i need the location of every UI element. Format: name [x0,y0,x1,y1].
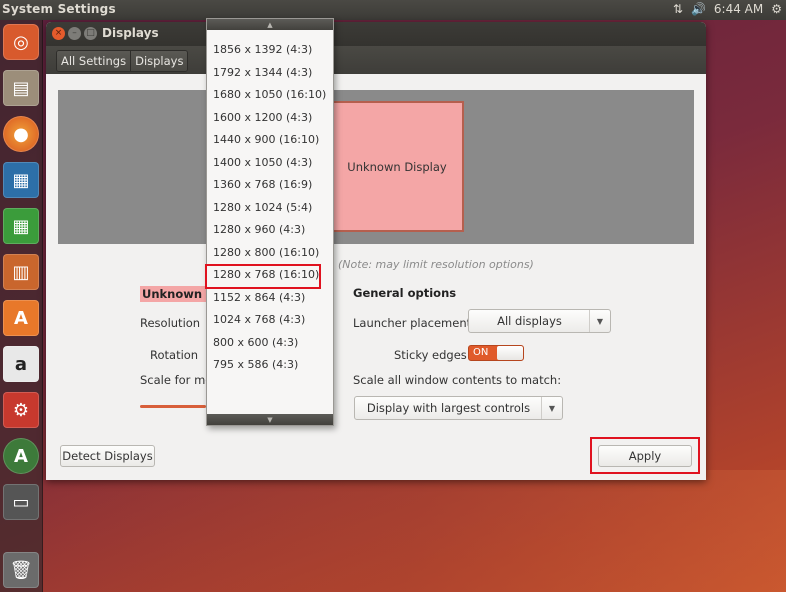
detect-displays-button[interactable]: Detect Displays [60,445,155,467]
launcher-placement-value: All displays [497,314,562,328]
monitor-preview[interactable]: Unknown Display [330,101,464,232]
minimize-icon[interactable]: – [68,27,81,40]
window-titlebar: × – □ Displays [46,22,706,46]
chevron-down-icon: ▼ [589,310,610,332]
launcher: ◎ ▤ ● ▦ ▦ ▥ A a ⚙ A ▭ 🗑 [0,20,43,592]
scale-all-select[interactable]: Display with largest controls ▼ [354,396,563,420]
trash-icon[interactable]: 🗑 [3,552,39,588]
resolution-option[interactable]: 800 x 600 (4:3) [213,333,325,353]
impress-icon[interactable]: ▥ [3,254,39,290]
resolution-option[interactable]: 1024 x 768 (4:3) [213,310,325,330]
sticky-edges-label: Sticky edges [394,348,467,362]
sticky-edges-toggle[interactable]: ON [468,345,524,361]
amazon-icon[interactable]: a [3,346,39,382]
rotation-label: Rotation [150,348,199,362]
resolution-option[interactable]: 1400 x 1050 (4:3) [213,153,325,173]
display-preview-area: Unknown Display [58,90,694,244]
resolution-option[interactable]: 1856 x 1392 (4:3) [213,40,325,60]
resolution-option[interactable]: 1680 x 1050 (16:10) [213,85,326,105]
displays-window: × – □ Displays All Settings Displays Unk… [46,22,706,480]
resolution-option[interactable]: 1360 x 768 (16:9) [213,175,325,195]
resolution-option[interactable]: 1280 x 1024 (5:4) [213,198,325,218]
gear-icon[interactable]: ⚙ [771,2,782,16]
window-title: Displays [102,26,159,40]
resolution-note: (Note: may limit resolution options) [338,258,534,271]
system-tray: ⇅ 🔊 6:44 AM ⚙ [673,2,782,16]
apply-button[interactable]: Apply [598,445,692,467]
firefox-icon[interactable]: ● [3,116,39,152]
volume-icon[interactable]: 🔊 [691,2,706,16]
toggle-knob [497,346,523,360]
resolution-option-selected[interactable]: 1280 x 768 (16:10) [213,265,325,285]
desktop-wallpaper [42,470,786,592]
window-toolbar: All Settings Displays [46,46,706,74]
floppy-drive-icon[interactable]: ▭ [3,484,39,520]
toggle-state: ON [473,347,489,358]
resolution-label: Resolution [140,316,201,330]
scale-all-label: Scale all window contents to match: [353,373,562,387]
scale-slider[interactable] [140,405,206,408]
resolution-option[interactable]: 1280 x 960 (4:3) [213,220,325,240]
software-updater-icon[interactable]: A [3,438,39,474]
network-updown-icon[interactable]: ⇅ [673,2,683,16]
scale-all-value: Display with largest controls [366,401,531,415]
resolution-option[interactable]: 1152 x 864 (4:3) [213,288,325,308]
breadcrumb-all-settings[interactable]: All Settings [57,51,132,71]
monitor-label: Unknown Display [347,159,447,174]
resolution-dropdown-menu[interactable]: ▲ 1856 x 1392 (4:3) 1792 x 1344 (4:3) 16… [206,18,334,426]
maximize-icon[interactable]: □ [84,27,97,40]
resolution-option[interactable]: 1280 x 800 (16:10) [213,243,325,263]
breadcrumb: All Settings Displays [56,50,189,72]
chevron-down-icon: ▼ [541,397,562,419]
scale-label: Scale for me [140,373,213,387]
resolution-option[interactable]: 795 x 586 (4:3) [213,355,325,375]
general-options-title: General options [353,286,457,300]
close-icon[interactable]: × [52,27,65,40]
system-settings-icon[interactable]: ⚙ [3,392,39,428]
scroll-up-arrow-icon[interactable]: ▲ [207,19,333,30]
files-icon[interactable]: ▤ [3,70,39,106]
calc-icon[interactable]: ▦ [3,208,39,244]
ubuntu-dash-icon[interactable]: ◎ [3,24,39,60]
software-center-icon[interactable]: A [3,300,39,336]
resolution-option[interactable]: 1792 x 1344 (4:3) [213,63,325,83]
top-panel: System Settings ⇅ 🔊 6:44 AM ⚙ [0,0,786,20]
app-title: System Settings [2,2,116,16]
resolution-option[interactable]: 1600 x 1200 (4:3) [213,108,325,128]
launcher-placement-select[interactable]: All displays ▼ [468,309,611,333]
scroll-down-arrow-icon[interactable]: ▼ [207,414,333,425]
launcher-placement-label: Launcher placement [353,316,472,330]
breadcrumb-displays[interactable]: Displays [131,51,188,71]
resolution-option[interactable]: 1440 x 900 (16:10) [213,130,325,150]
writer-icon[interactable]: ▦ [3,162,39,198]
clock[interactable]: 6:44 AM [714,2,763,16]
